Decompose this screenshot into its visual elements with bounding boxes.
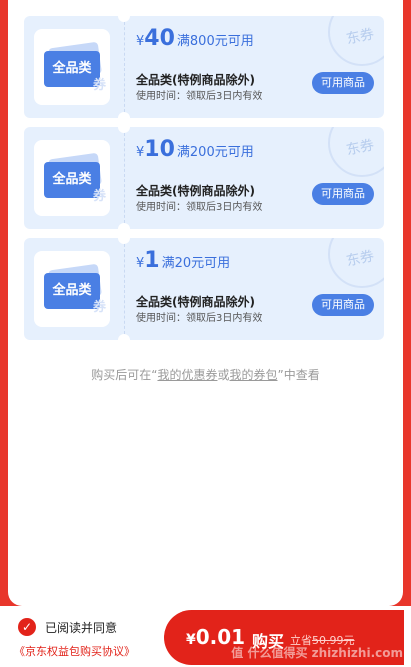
coupon-amount: ¥1 满20元可用 — [136, 248, 231, 273]
notch-bottom — [118, 112, 130, 118]
coupon-validity: 使用时间：领取后3日内有效 — [136, 202, 263, 213]
ticket-icon: 全品类 — [44, 162, 100, 198]
coupon-scope: 全品类(特例商品除外) — [136, 184, 255, 198]
coupon-card: 全品类 券 东券 ¥1 满20元可用 全品类(特例商品除外) 使用时间：领取后3日… — [24, 238, 384, 340]
notch-bottom — [118, 334, 130, 340]
available-products-button[interactable]: 可用商品 — [312, 183, 374, 205]
coupon-divider — [124, 133, 125, 223]
jd-coupon-stamp-icon: 东券 — [328, 16, 384, 66]
coupon-thumbnail: 全品类 券 — [34, 251, 110, 327]
ticket-icon: 全品类 — [44, 51, 100, 87]
coupon-validity: 使用时间：领取后3日内有效 — [136, 313, 263, 324]
agree-label: 已阅读并同意 — [45, 621, 118, 635]
coupon-thumbnail: 全品类 券 — [34, 140, 110, 216]
coupon-card: 全品类 券 东券 ¥40 满800元可用 全品类(特例商品除外) 使用时间：领取后… — [24, 16, 384, 118]
coupon-card: 全品类 券 东券 ¥10 满200元可用 全品类(特例商品除外) 使用时间：领取后… — [24, 127, 384, 229]
coupon-divider — [124, 244, 125, 334]
my-coupons-link[interactable]: 我的优惠券 — [157, 368, 217, 382]
coupon-validity: 使用时间：领取后3日内有效 — [136, 91, 263, 102]
ticket-icon: 全品类 — [44, 273, 100, 309]
jd-coupon-stamp-icon: 东券 — [328, 127, 384, 177]
notch-bottom — [118, 223, 130, 229]
checkmark-icon[interactable]: ✓ — [18, 618, 36, 636]
ticket-mark: 券 — [92, 189, 106, 204]
available-products-button[interactable]: 可用商品 — [312, 294, 374, 316]
my-coupon-pack-link[interactable]: 我的券包 — [230, 368, 278, 382]
view-hint: 购买后可在“我的优惠券或我的券包”中查看 — [91, 368, 320, 382]
watermark: 值 什么值得买 zhizhizhi.com — [231, 646, 403, 660]
available-products-button[interactable]: 可用商品 — [312, 72, 374, 94]
coupon-scope: 全品类(特例商品除外) — [136, 295, 255, 309]
jd-coupon-stamp-icon: 东券 — [328, 238, 384, 288]
coupon-scope: 全品类(特例商品除外) — [136, 73, 255, 87]
coupon-amount: ¥40 满800元可用 — [136, 26, 254, 51]
coupon-divider — [124, 22, 125, 112]
purchase-agreement-link[interactable]: 《京东权益包购买协议》 — [14, 643, 135, 659]
ticket-mark: 券 — [92, 300, 106, 315]
coupon-amount: ¥10 满200元可用 — [136, 137, 254, 162]
coupon-thumbnail: 全品类 券 — [34, 29, 110, 105]
ticket-mark: 券 — [92, 78, 106, 93]
